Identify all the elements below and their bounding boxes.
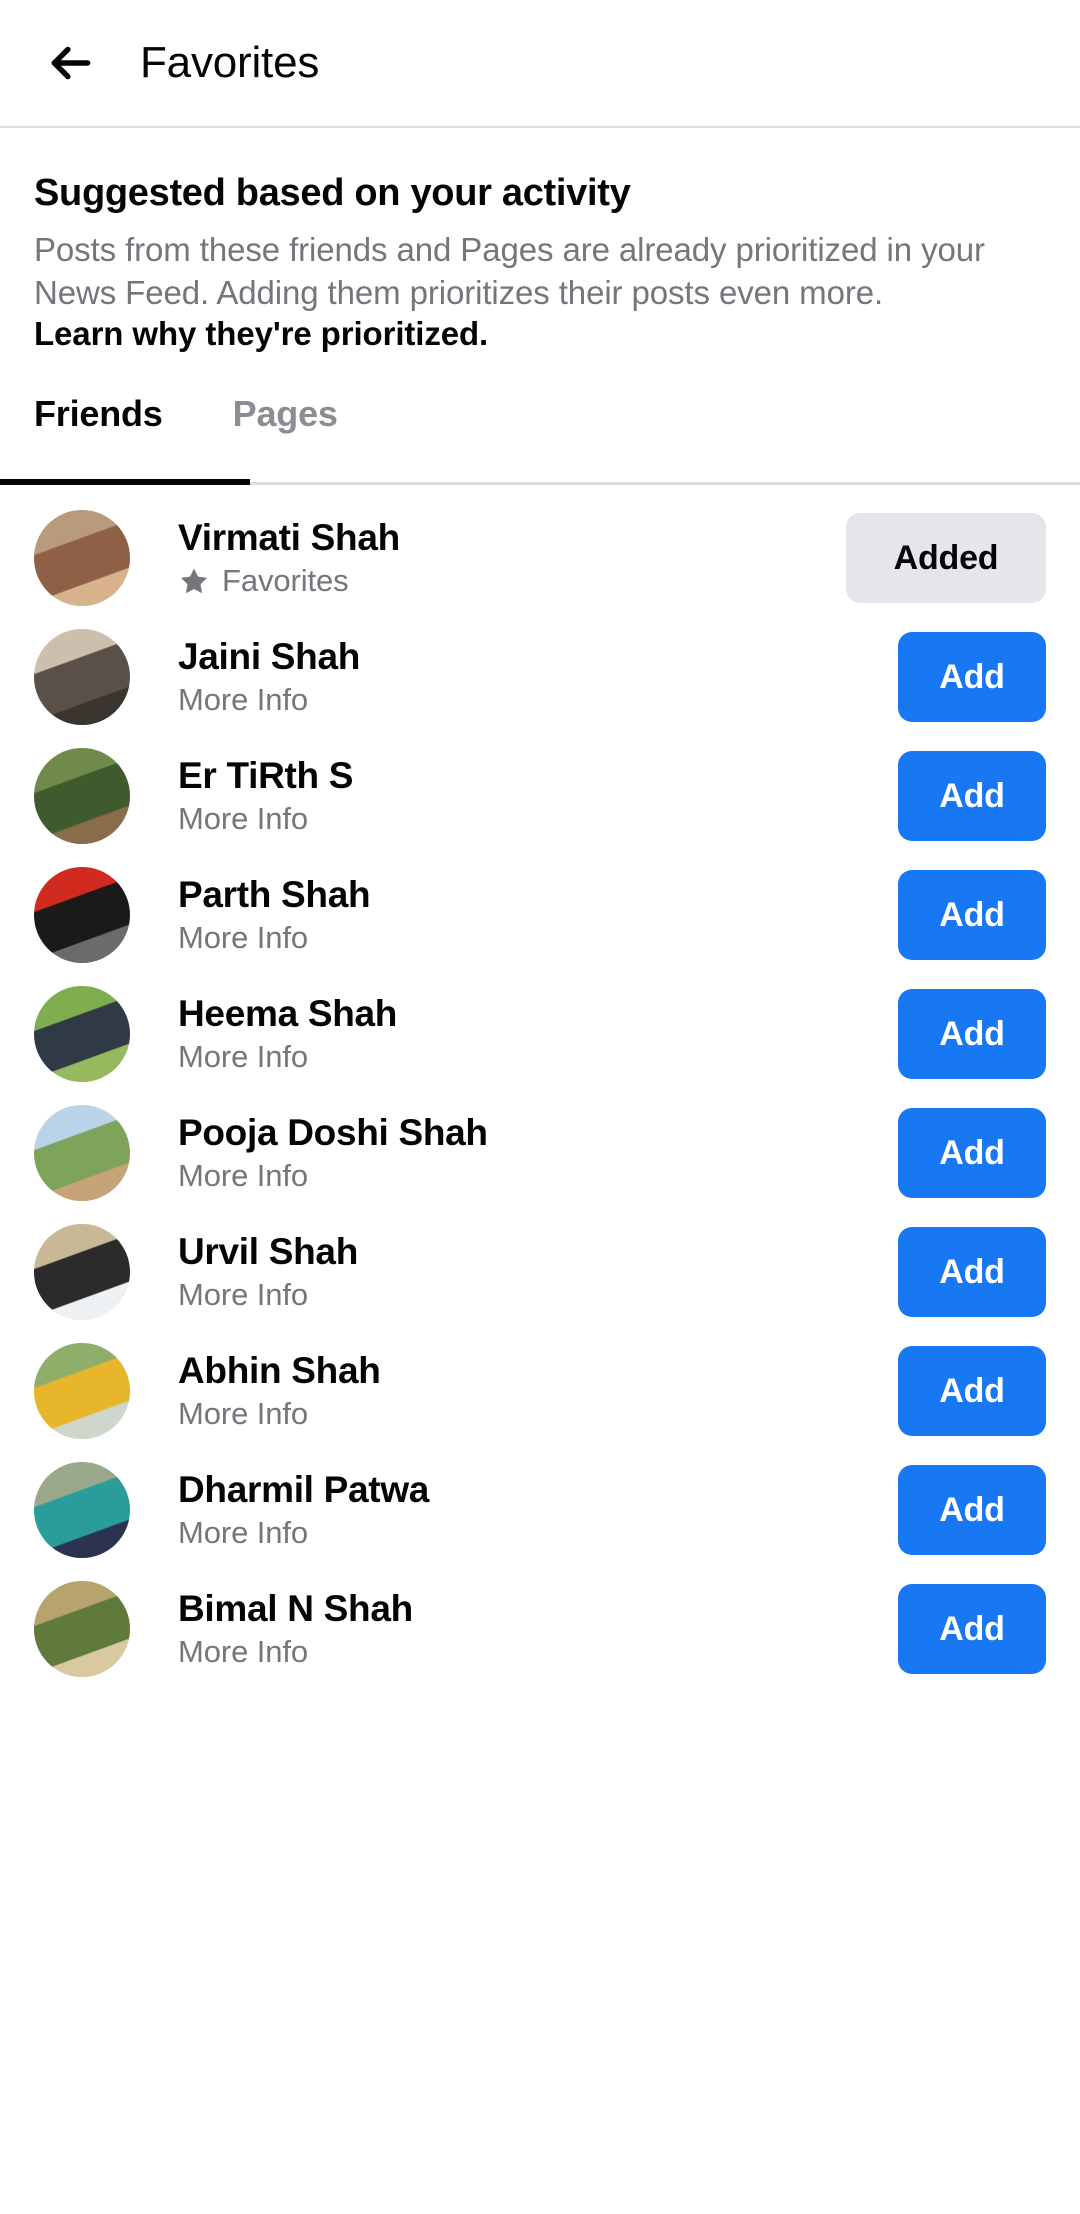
- avatar[interactable]: [34, 986, 130, 1083]
- add-button[interactable]: Add: [898, 1584, 1046, 1675]
- intro-description: Posts from these friends and Pages are a…: [34, 231, 985, 311]
- learn-why-link[interactable]: Learn why they're prioritized.: [34, 315, 1046, 353]
- list-item-subtitle-label: More Info: [178, 682, 309, 718]
- list-item[interactable]: Heema Shah More Info Add: [0, 975, 1080, 1094]
- avatar[interactable]: [34, 629, 130, 726]
- page-title: Favorites: [140, 38, 320, 87]
- list-item-name: Urvil Shah: [178, 1231, 358, 1273]
- avatar[interactable]: [34, 867, 130, 964]
- list-item-subtitle: More Info: [178, 1277, 898, 1313]
- list-item[interactable]: Dharmil Patwa More Info Add: [0, 1451, 1080, 1570]
- suggested-friends-list: Virmati Shah Favorites Added Jaini Shah More…: [0, 485, 1080, 1689]
- list-item-subtitle-label: More Info: [178, 1515, 309, 1551]
- avatar[interactable]: [34, 748, 130, 845]
- list-item-subtitle-label: More Info: [178, 920, 309, 956]
- app-bar: Favorites: [0, 0, 1080, 128]
- add-button[interactable]: Add: [898, 1465, 1046, 1556]
- tab-bar: Friends Pages: [0, 393, 1080, 485]
- star-icon: [178, 565, 210, 597]
- list-item-subtitle: More Info: [178, 1039, 898, 1075]
- list-item-subtitle-label: Favorites: [222, 563, 349, 599]
- list-item-subtitle-label: More Info: [178, 1396, 309, 1432]
- avatar[interactable]: [34, 1343, 130, 1440]
- tab-friends[interactable]: Friends: [34, 393, 163, 485]
- list-item-subtitle-label: More Info: [178, 1039, 309, 1075]
- add-button[interactable]: Add: [898, 632, 1046, 723]
- list-item[interactable]: Virmati Shah Favorites Added: [0, 499, 1080, 618]
- list-item[interactable]: Urvil Shah More Info Add: [0, 1213, 1080, 1332]
- tab-pages-label: Pages: [232, 392, 338, 434]
- list-item-name: Er TiRth S: [178, 755, 354, 797]
- list-item-subtitle: More Info: [178, 1158, 898, 1194]
- list-item-text: Er TiRth S More Info: [178, 755, 898, 837]
- added-button[interactable]: Added: [846, 513, 1046, 604]
- list-item-text: Urvil Shah More Info: [178, 1231, 898, 1313]
- avatar[interactable]: [34, 510, 130, 607]
- intro-heading: Suggested based on your activity: [34, 172, 631, 214]
- avatar[interactable]: [34, 1462, 130, 1559]
- list-item-subtitle: More Info: [178, 1515, 898, 1551]
- list-item[interactable]: Jaini Shah More Info Add: [0, 618, 1080, 737]
- list-item-subtitle-label: More Info: [178, 1634, 309, 1670]
- list-item-name: Pooja Doshi Shah: [178, 1112, 488, 1154]
- list-item-subtitle-label: More Info: [178, 801, 309, 837]
- avatar[interactable]: [34, 1224, 130, 1321]
- back-button[interactable]: [34, 26, 108, 100]
- list-item-name: Bimal N Shah: [178, 1588, 413, 1630]
- avatar[interactable]: [34, 1105, 130, 1202]
- list-item-text: Bimal N Shah More Info: [178, 1588, 898, 1670]
- list-item-text: Dharmil Patwa More Info: [178, 1469, 898, 1551]
- add-button[interactable]: Add: [898, 1346, 1046, 1437]
- list-item-subtitle-label: More Info: [178, 1277, 309, 1313]
- add-button[interactable]: Add: [898, 870, 1046, 961]
- tab-pages[interactable]: Pages: [233, 393, 338, 485]
- list-item-subtitle: More Info: [178, 920, 898, 956]
- list-item-name: Virmati Shah: [178, 517, 400, 559]
- list-item-name: Abhin Shah: [178, 1350, 381, 1392]
- avatar[interactable]: [34, 1581, 130, 1678]
- list-item-subtitle: More Info: [178, 801, 898, 837]
- add-button[interactable]: Add: [898, 1108, 1046, 1199]
- list-item-text: Parth Shah More Info: [178, 874, 898, 956]
- list-item-subtitle-label: More Info: [178, 1158, 309, 1194]
- list-item[interactable]: Parth Shah More Info Add: [0, 856, 1080, 975]
- list-item-name: Heema Shah: [178, 993, 398, 1035]
- list-item-subtitle: More Info: [178, 682, 898, 718]
- add-button[interactable]: Add: [898, 989, 1046, 1080]
- list-item-text: Heema Shah More Info: [178, 993, 898, 1075]
- list-item-text: Virmati Shah Favorites: [178, 517, 846, 599]
- list-item[interactable]: Er TiRth S More Info Add: [0, 737, 1080, 856]
- tab-active-indicator: [0, 478, 250, 485]
- list-item[interactable]: Pooja Doshi Shah More Info Add: [0, 1094, 1080, 1213]
- arrow-left-icon: [46, 38, 96, 88]
- list-item[interactable]: Bimal N Shah More Info Add: [0, 1570, 1080, 1689]
- tab-friends-label: Friends: [34, 392, 163, 434]
- add-button[interactable]: Add: [898, 1227, 1046, 1318]
- list-item-name: Parth Shah: [178, 874, 371, 916]
- list-item-subtitle: More Info: [178, 1396, 898, 1432]
- list-item-name: Jaini Shah: [178, 636, 361, 678]
- intro-section: Suggested based on your activity Posts f…: [0, 128, 1080, 353]
- list-item-text: Abhin Shah More Info: [178, 1350, 898, 1432]
- list-item-name: Dharmil Patwa: [178, 1469, 430, 1511]
- list-item-text: Jaini Shah More Info: [178, 636, 898, 718]
- list-item-subtitle: Favorites: [178, 563, 846, 599]
- list-item[interactable]: Abhin Shah More Info Add: [0, 1332, 1080, 1451]
- add-button[interactable]: Add: [898, 751, 1046, 842]
- list-item-subtitle: More Info: [178, 1634, 898, 1670]
- list-item-text: Pooja Doshi Shah More Info: [178, 1112, 898, 1194]
